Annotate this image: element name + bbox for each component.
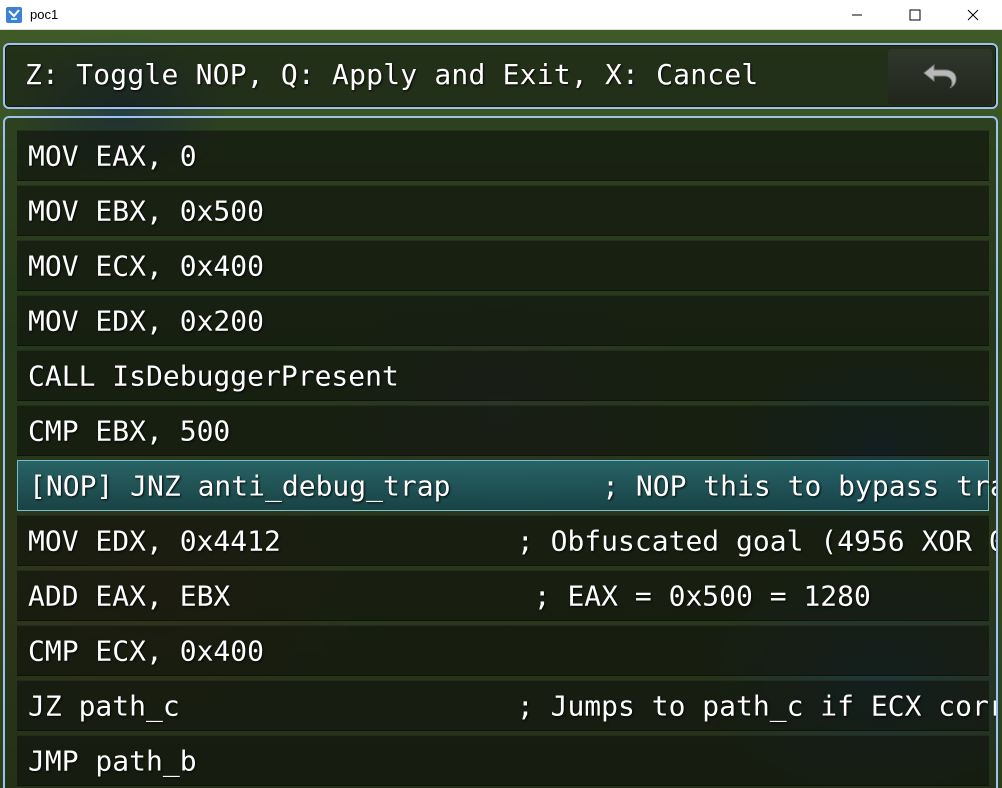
title-bar[interactable]: poc1 [0, 0, 1002, 30]
command-list-window: MOV EAX, 0 MOV EBX, 0x500 MOV ECX, 0x400… [3, 116, 998, 788]
command-row[interactable]: MOV EAX, 0 [17, 130, 989, 181]
window-title: poc1 [30, 7, 59, 22]
command-text: MOV ECX, 0x400 [28, 249, 265, 282]
command-text: CMP EBX, 500 [28, 414, 231, 447]
maximize-button[interactable] [886, 0, 944, 30]
command-text: MOV EDX, 0x200 [28, 304, 265, 337]
command-row[interactable]: MOV ECX, 0x400 [17, 240, 989, 291]
command-text: MOV EDX, 0x4412 ; Obfuscated goal (4956 … [28, 524, 996, 557]
command-text: [NOP] JNZ anti_debug_trap ; NOP this to … [29, 469, 998, 502]
command-row[interactable]: CALL IsDebuggerPresent [17, 350, 989, 401]
command-row[interactable]: CMP ECX, 0x400 [17, 625, 989, 676]
minimize-icon [851, 6, 863, 25]
command-row[interactable]: MOV EBX, 0x500 [17, 185, 989, 236]
app-window: poc1 Z: Toggle NOP, Q: Apply and Exit, X… [0, 0, 1002, 788]
app-logo-icon [6, 6, 22, 23]
command-text: JMP path_b [28, 744, 197, 777]
command-row[interactable]: MOV EDX, 0x200 [17, 295, 989, 346]
close-button[interactable] [944, 0, 1002, 30]
command-text: ADD EAX, EBX ; EAX = 0x500 = 1280 [28, 579, 871, 612]
command-row[interactable]: JZ path_c ; Jumps to path_c if ECX corre… [17, 680, 996, 731]
maximize-icon [909, 6, 921, 25]
command-text: MOV EBX, 0x500 [28, 194, 265, 227]
close-icon [967, 6, 979, 25]
command-row[interactable]: JMP path_b [17, 735, 989, 786]
command-row[interactable]: MOV EDX, 0x4412 ; Obfuscated goal (4956 … [17, 515, 996, 566]
command-row-selected[interactable]: [NOP] JNZ anti_debug_trap ; NOP this to … [17, 460, 996, 511]
command-text: CMP ECX, 0x400 [28, 634, 265, 667]
help-text: Z: Toggle NOP, Q: Apply and Exit, X: Can… [25, 58, 759, 91]
minimize-button[interactable] [828, 0, 886, 30]
command-row[interactable]: CMP EBX, 500 [17, 405, 989, 456]
back-button[interactable] [888, 49, 992, 105]
return-arrow-icon [920, 59, 960, 95]
command-text: CALL IsDebuggerPresent [28, 359, 399, 392]
window-controls [828, 0, 1002, 30]
command-row[interactable]: ADD EAX, EBX ; EAX = 0x500 = 1280 [17, 570, 989, 621]
help-window: Z: Toggle NOP, Q: Apply and Exit, X: Can… [3, 43, 998, 109]
command-list: MOV EAX, 0 MOV EBX, 0x500 MOV ECX, 0x400… [17, 130, 996, 788]
game-screen: Z: Toggle NOP, Q: Apply and Exit, X: Can… [0, 30, 1002, 788]
command-text: JZ path_c ; Jumps to path_c if ECX corre… [28, 689, 996, 722]
command-text: MOV EAX, 0 [28, 139, 197, 172]
